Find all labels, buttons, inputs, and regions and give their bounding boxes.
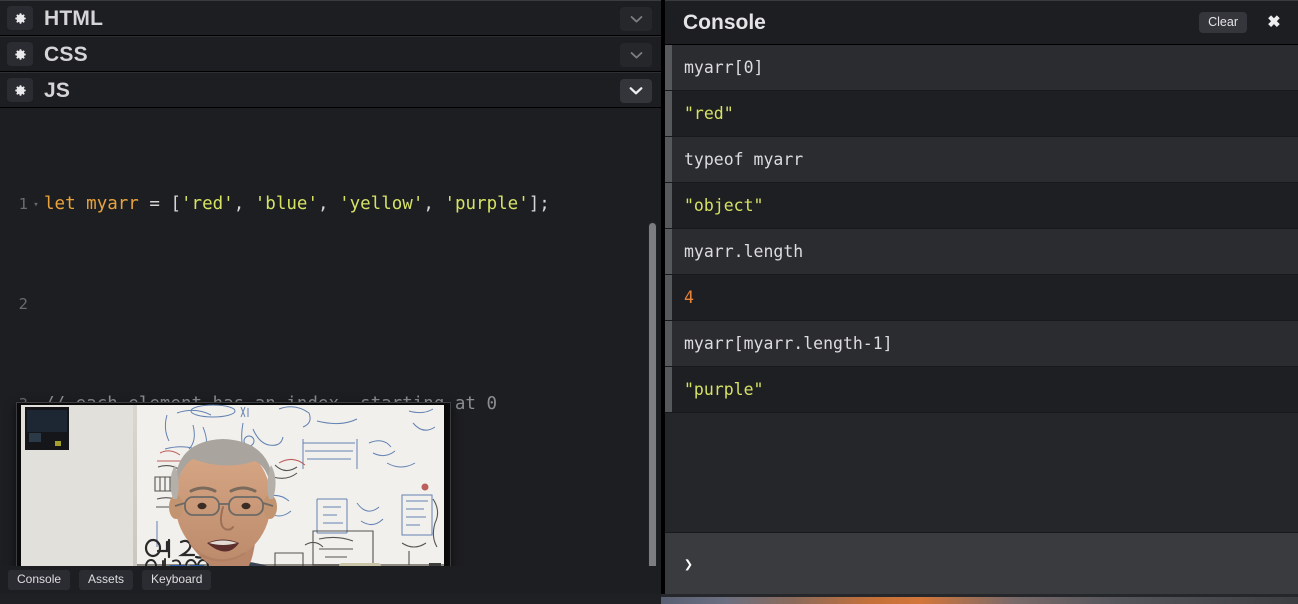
editor-scrollbar-thumb[interactable] (649, 223, 656, 566)
gear-icon[interactable] (7, 42, 33, 66)
token-operator: = (138, 194, 171, 214)
pane-header-js[interactable]: JS (0, 72, 661, 108)
chevron-down-icon-css[interactable] (620, 43, 652, 67)
keyboard-shortcuts-button[interactable]: Keyboard (142, 569, 212, 591)
pane-header-html[interactable]: HTML (0, 0, 661, 36)
editor-footer-gap (0, 594, 661, 604)
console-prompt-row[interactable]: ❯ (665, 532, 1298, 594)
assets-button[interactable]: Assets (79, 569, 134, 591)
token-bracket-open: [ (170, 194, 181, 214)
token-string-purple: 'purple' (444, 194, 529, 214)
token-keyword: let (44, 194, 76, 214)
console-entry-output: "purple" (665, 367, 1298, 413)
console-panel: Console Clear ✖ myarr[0] "red" typeof my… (665, 0, 1298, 594)
token-comma: , (317, 194, 340, 214)
close-icon[interactable]: ✖ (1262, 11, 1286, 35)
chevron-down-icon-js[interactable] (620, 79, 652, 103)
editor-scrollbar-track[interactable] (648, 221, 657, 566)
clear-console-button[interactable]: Clear (1199, 12, 1247, 34)
console-entry-command: typeof myarr (665, 137, 1298, 183)
editor-column: HTML CSS JS 1 ▾ let myarr = ['red', 'blu… (0, 0, 661, 566)
prompt-chevron-icon: ❯ (684, 554, 694, 573)
console-entry-output: 4 (665, 275, 1298, 321)
token-string-red: 'red' (181, 194, 234, 214)
pane-title-js: JS (44, 78, 71, 102)
console-entry-command: myarr[0] (665, 45, 1298, 91)
console-log-list[interactable]: myarr[0] "red" typeof myarr "object" mya… (665, 45, 1298, 532)
gear-icon[interactable] (7, 6, 33, 30)
line-number: 1 (18, 195, 28, 213)
chevron-down-icon-html[interactable] (620, 7, 652, 31)
token-comma: , (233, 194, 255, 214)
code-fold-arrow-icon[interactable]: ▾ (28, 193, 44, 218)
code-text: let myarr = ['red', 'blue', 'yellow', 'p… (44, 192, 661, 217)
console-entry-output: "object" (665, 183, 1298, 229)
console-title: Console (683, 11, 766, 34)
gear-icon[interactable] (7, 78, 33, 102)
bottom-toolbar: Console Assets Keyboard (0, 566, 661, 594)
console-entry-command: myarr.length (665, 229, 1298, 275)
codepen-editor-window: HTML CSS JS 1 ▾ let myarr = ['red', 'blu… (0, 0, 1298, 604)
pane-header-css[interactable]: CSS (0, 36, 661, 72)
console-entry-output: "red" (665, 91, 1298, 137)
webcam-video-overlay[interactable] (16, 402, 451, 566)
code-line-2: 2 (0, 292, 661, 317)
console-toggle-button[interactable]: Console (8, 569, 71, 591)
console-header: Console Clear ✖ (665, 1, 1298, 45)
token-string-blue: 'blue' (254, 194, 318, 214)
code-line-1: 1 ▾ let myarr = ['red', 'blue', 'yellow'… (0, 192, 661, 217)
pane-title-html: HTML (44, 6, 104, 30)
console-entry-command: myarr[myarr.length-1] (665, 321, 1298, 367)
pane-title-css: CSS (44, 42, 88, 66)
token-identifier: myarr (86, 194, 139, 214)
token-string-yellow: 'yellow' (339, 194, 424, 214)
token-bracket-close: ]; (528, 194, 550, 214)
token-comma: , (423, 194, 445, 214)
js-code-editor[interactable]: 1 ▾ let myarr = ['red', 'blue', 'yellow'… (0, 108, 661, 566)
line-number: 2 (18, 295, 28, 313)
